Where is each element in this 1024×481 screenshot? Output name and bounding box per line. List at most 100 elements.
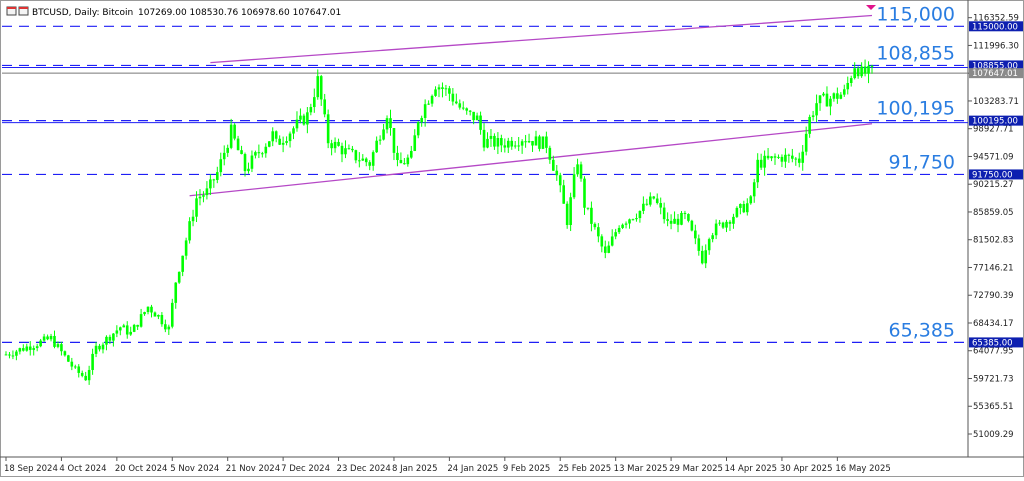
candle-body (513, 145, 517, 147)
candle-body (486, 138, 489, 148)
candle-body (690, 220, 694, 231)
candle-body (742, 203, 746, 213)
candle-body (565, 203, 569, 226)
candle-body (434, 89, 437, 96)
candle-body (150, 306, 153, 313)
candle-body (728, 221, 732, 224)
candle-body (153, 312, 157, 317)
candle-body (177, 271, 181, 283)
candle-body (697, 238, 701, 251)
candle-body (413, 135, 417, 151)
candle-body (375, 140, 378, 153)
candle-body (655, 198, 659, 204)
candle-body (867, 65, 870, 74)
candle-body (347, 148, 351, 150)
candle-body (11, 355, 15, 357)
candle (233, 123, 236, 141)
candle-body (825, 93, 829, 107)
candle-body (368, 162, 372, 166)
candle-body (586, 207, 590, 209)
candle-body (292, 128, 295, 134)
candle-body (531, 141, 534, 146)
candle-body (160, 314, 164, 325)
candle-body (649, 196, 652, 205)
candle-body (105, 336, 108, 345)
y-tick-label: 51009.29 (973, 430, 1014, 440)
candle-body (780, 156, 784, 162)
candle-body (448, 88, 451, 94)
candle-body (423, 104, 427, 118)
x-tick-label: 24 Jan 2025 (447, 464, 498, 474)
candle-body (458, 103, 462, 108)
level-label-115,000: 115,000 (876, 3, 955, 25)
candle-body (216, 172, 219, 180)
candle-body (427, 103, 430, 105)
y-tick-label: 55365.51 (973, 402, 1014, 412)
candle-body (631, 219, 635, 221)
candle-body (236, 138, 240, 151)
candle-body (39, 340, 42, 347)
candle-body (721, 222, 725, 228)
candle-body (56, 344, 60, 347)
ohlc-readout: 107269.00 108530.76 106978.60 107647.01 (138, 8, 341, 18)
candle-body (614, 232, 617, 237)
candle-body (493, 135, 496, 147)
level-tag-100,195: 100195.00 (972, 117, 1018, 127)
level-label-91,750: 91,750 (889, 151, 955, 173)
candle-body (437, 87, 441, 90)
candle-body (205, 188, 209, 196)
candle-body (98, 345, 101, 350)
price-chart[interactable]: BTCUSD, Daily: Bitcoin 107269.00 108530.… (0, 0, 1024, 477)
candle-body (863, 66, 867, 74)
candle-body (202, 195, 205, 197)
candle (690, 219, 694, 232)
candle-body (25, 346, 29, 351)
candle-body (18, 348, 22, 352)
candle-body (143, 312, 146, 315)
candle-body (53, 335, 56, 347)
candle-body (15, 351, 18, 356)
chart-frame: BTCUSD, Daily: Bitcoin 107269.00 108530.… (0, 0, 1024, 477)
candle-body (583, 178, 586, 208)
candle-body (254, 152, 257, 156)
candle-body (700, 250, 704, 264)
candle-body (842, 89, 846, 95)
candle-body (91, 353, 94, 370)
x-tick-label: 7 Dec 2024 (281, 464, 330, 474)
candle-body (745, 203, 749, 213)
candle-body (28, 346, 32, 350)
candle-body (576, 164, 579, 175)
candle-body (797, 158, 801, 163)
candle-body (323, 99, 326, 115)
candle-body (694, 230, 697, 239)
candle-body (714, 223, 718, 236)
candle-body (4, 354, 8, 356)
candle-body (801, 151, 805, 163)
candle (749, 195, 753, 205)
candle-body (593, 223, 597, 228)
candle-body (164, 324, 167, 330)
candle-body (652, 196, 656, 199)
x-tick-label: 4 Oct 2024 (59, 464, 106, 474)
candle-body (84, 375, 87, 381)
x-tick-label: 23 Dec 2024 (337, 464, 391, 474)
candle-body (306, 112, 309, 125)
candle-body (558, 175, 562, 186)
candle-body (278, 138, 281, 145)
candle-body (538, 136, 541, 149)
candle-body (704, 250, 708, 264)
candle-body (170, 302, 174, 327)
level-label-65,385: 65,385 (889, 319, 955, 341)
candle-body (815, 103, 818, 116)
candle-body (222, 152, 226, 160)
candle-body (94, 345, 98, 354)
x-tick-label: 18 Sep 2024 (4, 464, 58, 474)
candle-body (46, 336, 49, 340)
candle-body (358, 160, 361, 162)
candle-body (791, 155, 794, 159)
candle (188, 217, 191, 244)
candle-body (195, 198, 198, 217)
candle-body (749, 196, 753, 204)
candle-body (73, 366, 77, 368)
candle-body (756, 159, 759, 183)
